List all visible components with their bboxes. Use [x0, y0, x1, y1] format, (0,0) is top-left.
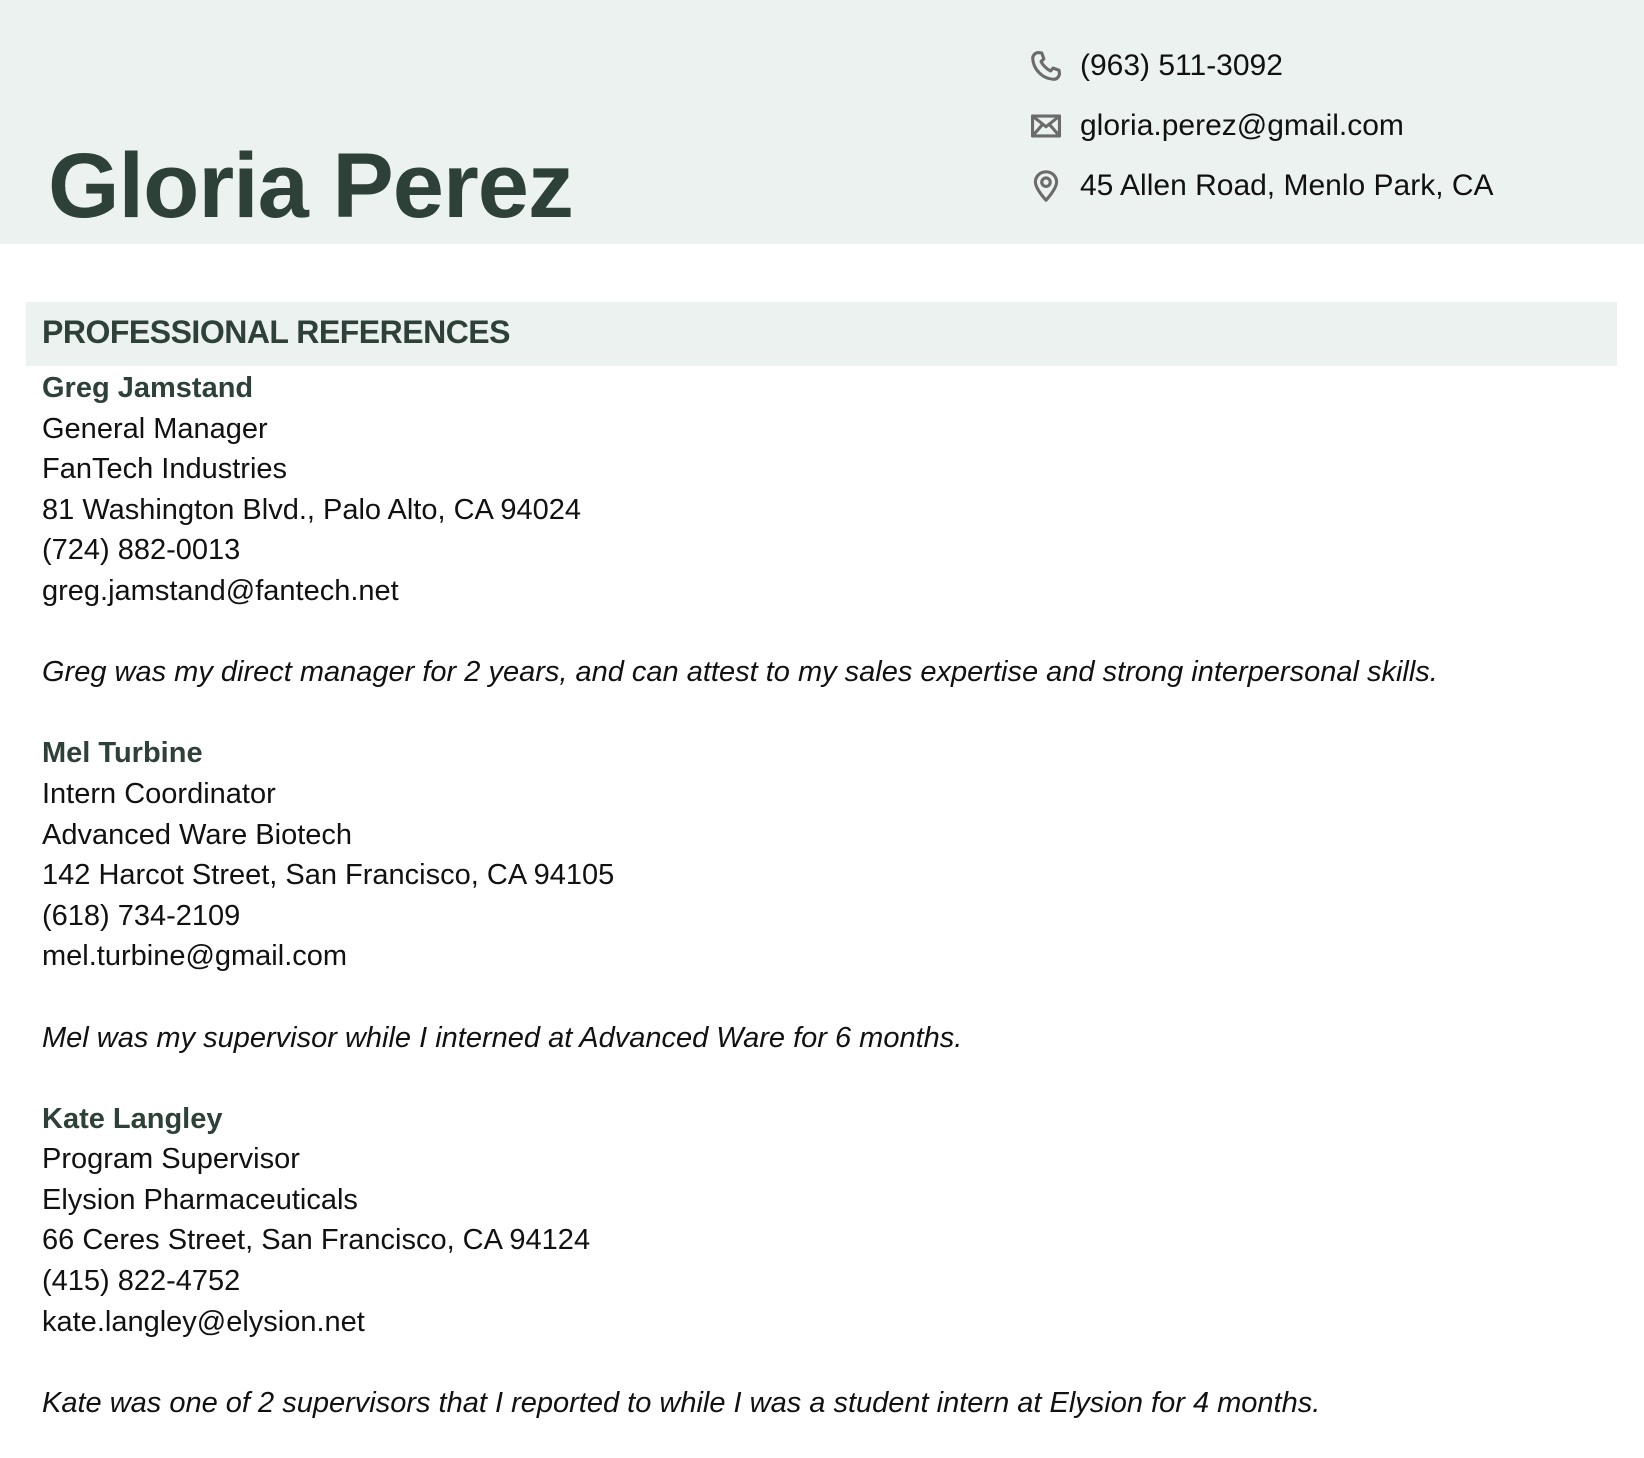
section-title: PROFESSIONAL REFERENCES [42, 314, 510, 350]
contact-phone-text: (963) 511-3092 [1080, 49, 1283, 82]
reference-phone: (618) 734-2109 [42, 899, 241, 932]
reference-email: greg.jamstand@fantech.net [42, 574, 399, 607]
reference-entry: Greg Jamstand General Manager FanTech In… [42, 368, 1622, 733]
reference-company: Advanced Ware Biotech [42, 818, 353, 851]
reference-entry: Kate Langley Program Supervisor Elysion … [42, 1099, 1622, 1424]
reference-address: 66 Ceres Street, San Francisco, CA 94124 [42, 1224, 591, 1257]
contact-phone: (963) 511-3092 [1028, 36, 1494, 96]
reference-title: General Manager [42, 412, 268, 445]
reference-note: Greg was my direct manager for 2 years, … [42, 656, 1438, 689]
contact-email-text: gloria.perez@gmail.com [1080, 109, 1404, 142]
reference-company: FanTech Industries [42, 453, 288, 486]
reference-company: Elysion Pharmaceuticals [42, 1183, 358, 1216]
reference-entry: Mel Turbine Intern Coordinator Advanced … [42, 733, 1622, 1098]
contact-address-text: 45 Allen Road, Menlo Park, CA [1080, 169, 1494, 202]
phone-icon [1028, 48, 1064, 84]
reference-address: 142 Harcot Street, San Francisco, CA 941… [42, 859, 615, 892]
reference-email: kate.langley@elysion.net [42, 1305, 365, 1338]
reference-phone: (415) 822-4752 [42, 1265, 241, 1298]
contact-list: (963) 511-3092 gloria.perez@gmail.com 45… [1028, 36, 1494, 216]
reference-note: Kate was one of 2 supervisors that I rep… [42, 1386, 1321, 1419]
references-list: Greg Jamstand General Manager FanTech In… [42, 368, 1622, 1423]
reference-title: Program Supervisor [42, 1143, 300, 1176]
reference-email: mel.turbine@gmail.com [42, 940, 348, 973]
contact-address: 45 Allen Road, Menlo Park, CA [1028, 156, 1494, 216]
contact-email: gloria.perez@gmail.com [1028, 96, 1494, 156]
reference-name: Greg Jamstand [42, 372, 254, 404]
reference-phone: (724) 882-0013 [42, 534, 241, 567]
candidate-name: Gloria Perez [48, 134, 574, 237]
reference-note: Mel was my supervisor while I interned a… [42, 1021, 963, 1054]
reference-address: 81 Washington Blvd., Palo Alto, CA 94024 [42, 493, 581, 526]
reference-name: Kate Langley [42, 1102, 223, 1135]
reference-title: Intern Coordinator [42, 777, 276, 810]
location-pin-icon [1028, 168, 1064, 204]
mail-icon [1028, 108, 1064, 144]
reference-name: Mel Turbine [42, 737, 203, 770]
